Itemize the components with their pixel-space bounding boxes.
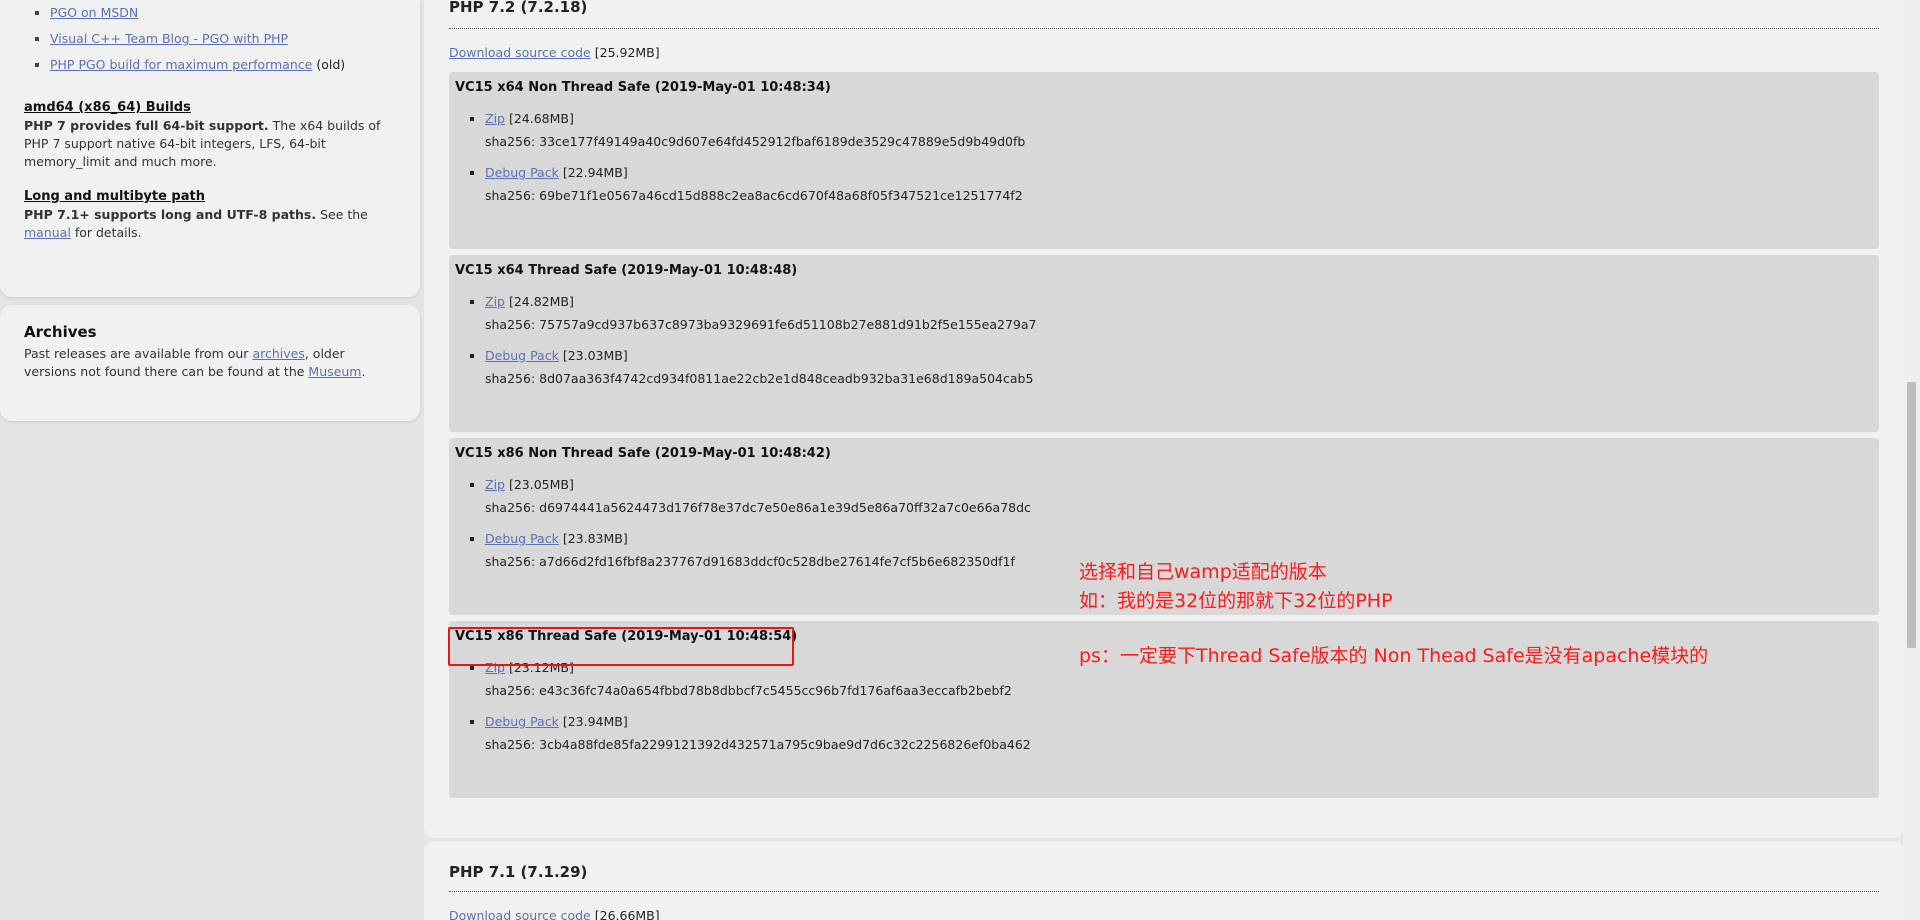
zip-sha256: sha256: d6974441a5624473d176f78e37dc7e50… — [485, 500, 1031, 515]
archives-title: Archives — [24, 323, 97, 341]
debug-pack-sha256: sha256: 3cb4a88fde85fa2299121392d432571a… — [485, 737, 1031, 752]
manual-link[interactable]: manual — [24, 225, 71, 240]
pgo-build-suffix: (old) — [316, 57, 346, 72]
zip-link[interactable]: Zip — [485, 294, 505, 309]
zip-sha256: sha256: e43c36fc74a0a654fbbd78b8dbbcf7c5… — [485, 683, 1012, 698]
annotation-line-2: 如：我的是32位的那就下32位的PHP — [1079, 590, 1393, 612]
build-files: Zip [23.12MB] sha256: e43c36fc74a0a654fb… — [455, 660, 1873, 752]
list-item: Zip [24.68MB] sha256: 33ce177f49149a40c9… — [485, 111, 1873, 149]
long-path-description: PHP 7.1+ supports long and UTF-8 paths. … — [24, 206, 396, 242]
sidebar-card-info: PGO on MSDN Visual C++ Team Blog - PGO w… — [0, 0, 420, 297]
zip-size: [24.82MB] — [508, 294, 574, 309]
debug-pack-size: [22.94MB] — [562, 165, 628, 180]
list-item: PGO on MSDN — [50, 0, 396, 26]
list-item: Debug Pack [23.94MB] sha256: 3cb4a88fde8… — [485, 714, 1873, 752]
list-item: Debug Pack [23.03MB] sha256: 8d07aa363f4… — [485, 348, 1873, 386]
archives-link[interactable]: archives — [252, 346, 304, 361]
release-php-7-1: PHP 7.1 (7.1.29) Download source code [2… — [424, 841, 1904, 920]
main-content: PHP 7.2 (7.2.18) Download source code [2… — [424, 0, 1904, 920]
build-title: VC15 x64 Thread Safe (2019-May-01 10:48:… — [455, 263, 798, 278]
amd64-heading: amd64 (x86_64) Builds — [24, 100, 191, 115]
list-item: Zip [23.05MB] sha256: d6974441a5624473d1… — [485, 477, 1873, 515]
download-source-link[interactable]: Download source code — [449, 45, 591, 60]
highlight-box — [448, 627, 794, 666]
debug-pack-size: [23.83MB] — [562, 531, 628, 546]
build-title: VC15 x64 Non Thread Safe (2019-May-01 10… — [455, 80, 831, 95]
list-item: Zip [24.82MB] sha256: 75757a9cd937b637c8… — [485, 294, 1873, 332]
debug-pack-link[interactable]: Debug Pack — [485, 165, 559, 180]
release-php-7-2: PHP 7.2 (7.2.18) Download source code [2… — [424, 0, 1904, 838]
release-title: PHP 7.1 (7.1.29) — [449, 865, 1879, 892]
download-source-link[interactable]: Download source code — [449, 908, 591, 920]
build-files: Zip [23.05MB] sha256: d6974441a5624473d1… — [455, 477, 1873, 569]
museum-link[interactable]: Museum — [308, 364, 361, 379]
annotation-line-3: ps：一定要下Thread Safe版本的 Non Thead Safe是没有a… — [1079, 645, 1709, 667]
vertical-scrollbar[interactable] — [1903, 0, 1920, 920]
zip-size: [24.68MB] — [508, 111, 574, 126]
build-title: VC15 x86 Non Thread Safe (2019-May-01 10… — [455, 446, 831, 461]
build-vc15-x64-nts: VC15 x64 Non Thread Safe (2019-May-01 10… — [449, 72, 1879, 249]
pgo-build-link[interactable]: PHP PGO build for maximum performance — [50, 57, 312, 72]
build-files: Zip [24.82MB] sha256: 75757a9cd937b637c8… — [455, 294, 1873, 386]
archives-card: Archives Past releases are available fro… — [0, 305, 420, 421]
long-path-heading: Long and multibyte path — [24, 189, 205, 204]
debug-pack-sha256: sha256: 8d07aa363f4742cd934f0811ae22cb2e… — [485, 371, 1034, 386]
pgo-msdn-link[interactable]: PGO on MSDN — [50, 5, 138, 20]
pgo-links-list: PGO on MSDN Visual C++ Team Blog - PGO w… — [24, 0, 396, 78]
long-path-text-before: See the — [320, 207, 368, 222]
zip-sha256: sha256: 33ce177f49149a40c9d607e64fd45291… — [485, 134, 1026, 149]
source-download: Download source code [26.66MB] — [449, 908, 1879, 920]
amd64-bold: PHP 7 provides full 64-bit support. — [24, 118, 269, 133]
scrollbar-thumb[interactable] — [1907, 382, 1916, 648]
release-title: PHP 7.2 (7.2.18) — [449, 0, 1879, 29]
archives-text-1: Past releases are available from our — [24, 346, 249, 361]
zip-sha256: sha256: 75757a9cd937b637c8973ba9329691fe… — [485, 317, 1037, 332]
long-path-text-after: for details. — [74, 225, 142, 240]
debug-pack-sha256: sha256: 69be71f1e0567a46cd15d888c2ea8ac6… — [485, 188, 1023, 203]
debug-pack-link[interactable]: Debug Pack — [485, 531, 559, 546]
debug-pack-link[interactable]: Debug Pack — [485, 714, 559, 729]
zip-size: [23.05MB] — [508, 477, 574, 492]
zip-link[interactable]: Zip — [485, 477, 505, 492]
debug-pack-size: [23.03MB] — [562, 348, 628, 363]
source-download: Download source code [25.92MB] — [449, 45, 1879, 60]
archives-text-3: . — [361, 364, 366, 379]
list-item: Debug Pack [22.94MB] sha256: 69be71f1e05… — [485, 165, 1873, 203]
pgo-blog-link[interactable]: Visual C++ Team Blog - PGO with PHP — [50, 31, 288, 46]
download-source-size: [25.92MB] — [594, 45, 660, 60]
archives-text: Past releases are available from our arc… — [24, 345, 396, 381]
annotation-line-1: 选择和自己wamp适配的版本 — [1079, 561, 1327, 583]
amd64-description: PHP 7 provides full 64-bit support. The … — [24, 117, 396, 171]
debug-pack-size: [23.94MB] — [562, 714, 628, 729]
download-source-size: [26.66MB] — [594, 908, 660, 920]
build-vc15-x64-ts: VC15 x64 Thread Safe (2019-May-01 10:48:… — [449, 255, 1879, 432]
build-files: Zip [24.68MB] sha256: 33ce177f49149a40c9… — [455, 111, 1873, 203]
debug-pack-link[interactable]: Debug Pack — [485, 348, 559, 363]
zip-link[interactable]: Zip — [485, 111, 505, 126]
sidebar: PGO on MSDN Visual C++ Team Blog - PGO w… — [0, 0, 420, 421]
long-path-bold: PHP 7.1+ supports long and UTF-8 paths. — [24, 207, 317, 222]
page: PGO on MSDN Visual C++ Team Blog - PGO w… — [0, 0, 1920, 920]
list-item: PHP PGO build for maximum performance (o… — [50, 52, 396, 78]
list-item: Visual C++ Team Blog - PGO with PHP — [50, 26, 396, 52]
